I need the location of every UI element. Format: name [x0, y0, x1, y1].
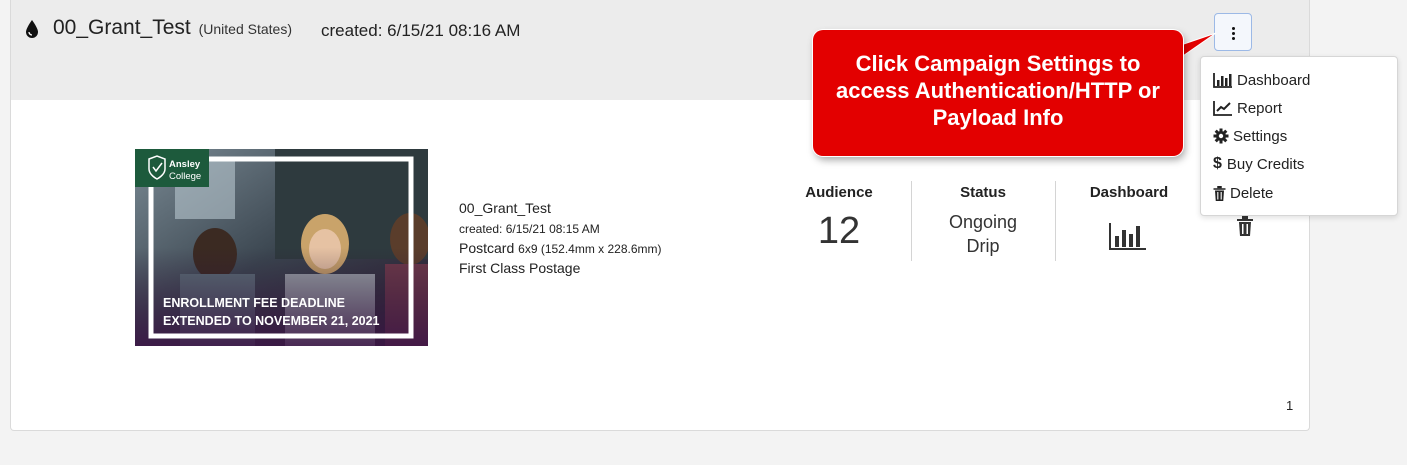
campaign-dropdown-menu: Dashboard Report Settings $ Buy Credits — [1200, 56, 1398, 216]
line-chart-icon — [1213, 101, 1232, 116]
postcard-thumbnail[interactable]: Ansley College ENROLLMENT FEE DEADLINE E… — [135, 149, 428, 346]
trash-icon[interactable] — [1237, 216, 1253, 236]
campaign-title: 00_Grant_Test (United States) — [53, 16, 292, 40]
detail-postage: First Class Postage — [459, 260, 581, 276]
menu-label-settings: Settings — [1233, 127, 1288, 145]
brand-line-1: Ansley — [169, 159, 201, 170]
instruction-callout: Click Campaign Settings to access Authen… — [813, 30, 1183, 156]
dashboard-label: Dashboard — [1089, 184, 1169, 201]
campaign-created: created: 6/15/21 08:16 AM — [321, 21, 521, 40]
gear-icon — [1213, 128, 1229, 144]
detail-created: created: 6/15/21 08:15 AM — [459, 222, 600, 236]
menu-item-buy-credits[interactable]: $ Buy Credits — [1213, 152, 1304, 176]
pagination-current[interactable]: 1 — [1286, 398, 1293, 413]
campaign-country: (United States) — [198, 21, 292, 37]
detail-size: 6x9 (152.4mm x 228.6mm) — [518, 242, 662, 256]
headline-line-1: ENROLLMENT FEE DEADLINE — [163, 296, 345, 310]
headline-line-2: EXTENDED TO NOVEMBER 21, 2021 — [163, 314, 380, 328]
trash-icon — [1213, 185, 1226, 201]
droplet-icon — [26, 20, 38, 38]
menu-item-delete[interactable]: Delete — [1213, 181, 1273, 205]
callout-line-2: access Authentication/HTTP or — [836, 78, 1160, 103]
menu-label-report: Report — [1237, 99, 1283, 117]
menu-item-settings[interactable]: Settings — [1213, 124, 1287, 148]
stat-divider — [1055, 181, 1056, 261]
audience-value: 12 — [817, 210, 861, 252]
menu-label-buy-credits: Buy Credits — [1226, 155, 1305, 173]
status-label: Status — [960, 184, 1006, 201]
menu-item-dashboard[interactable]: Dashboard — [1213, 68, 1310, 92]
menu-item-report[interactable]: Report — [1213, 96, 1282, 120]
detail-name: 00_Grant_Test — [459, 200, 551, 216]
status-line-2: Drip — [966, 236, 1000, 256]
detail-product: Postcard 6x9 (152.4mm x 228.6mm) — [459, 240, 662, 256]
menu-label-delete: Delete — [1230, 184, 1274, 202]
detail-product-type: Postcard — [459, 240, 515, 256]
audience-label: Audience — [805, 184, 873, 201]
brand-line-2: College — [169, 171, 201, 182]
dollar-icon: $ — [1213, 155, 1222, 172]
callout-line-3: Payload Info — [932, 105, 1064, 130]
vertical-ellipsis-icon — [1232, 27, 1235, 30]
stat-divider — [911, 181, 912, 261]
bar-chart-icon — [1213, 73, 1232, 88]
dashboard-bar-chart-icon[interactable] — [1109, 222, 1147, 250]
postcard-image: Ansley College ENROLLMENT FEE DEADLINE E… — [135, 149, 428, 346]
menu-label-dashboard: Dashboard — [1237, 71, 1311, 89]
status-line-1: Ongoing — [948, 212, 1018, 232]
callout-text: Click Campaign Settings to access Authen… — [813, 50, 1183, 131]
campaign-name: 00_Grant_Test — [53, 16, 191, 39]
callout-line-1: Click Campaign Settings to — [855, 51, 1141, 76]
